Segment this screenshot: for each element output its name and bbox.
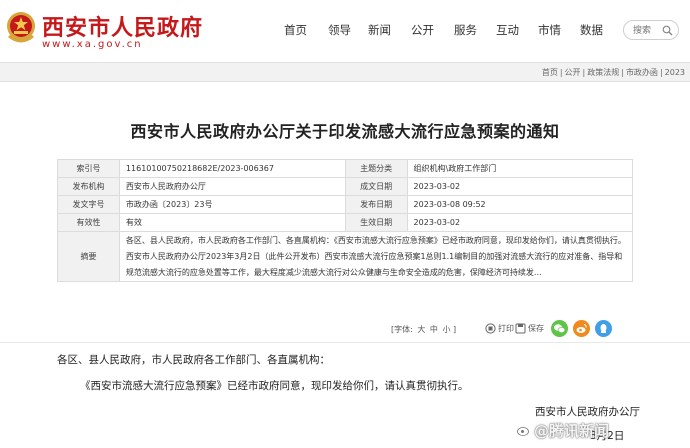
- breadcrumb-separator: |: [621, 68, 624, 77]
- doc-number-value: 市政办函〔2023〕23号: [118, 195, 346, 214]
- font-size-close: ]: [453, 325, 457, 334]
- doc-number-label: 发文字号: [57, 195, 120, 214]
- site-name[interactable]: 西安市人民政府: [42, 10, 203, 42]
- abstract-value: 各区、县人民政府，市人民政府各工作部门、各直属机构：《西安市流感大流行应急预案》…: [118, 231, 634, 282]
- font-size-label: [字体:: [391, 325, 413, 334]
- topic-label: 主题分类: [344, 159, 408, 178]
- breadcrumb-bar: 首页 | 公开 | 政策法规 | 市政办函 | 2023: [0, 62, 690, 82]
- nav-open[interactable]: 公开: [411, 22, 434, 38]
- share-weibo-button[interactable]: [573, 320, 590, 337]
- share-wechat-button[interactable]: [551, 320, 568, 337]
- nav-city-info[interactable]: 市情: [538, 22, 561, 38]
- publish-date-value: 2023-03-08 09:52: [406, 195, 634, 214]
- breadcrumb-separator: |: [559, 68, 563, 77]
- breadcrumb-separator: |: [659, 68, 663, 77]
- breadcrumb: 首页 | 公开 | 政策法规 | 市政办函 | 2023: [541, 67, 686, 78]
- written-date-label: 成文日期: [344, 177, 408, 196]
- breadcrumb-policy[interactable]: 政策法规: [587, 68, 619, 77]
- breadcrumb-year[interactable]: 2023: [665, 68, 685, 77]
- national-emblem-icon[interactable]: [4, 10, 38, 46]
- publish-date-label: 发布日期: [344, 195, 408, 214]
- issuer-value: 西安市人民政府办公厅: [118, 177, 346, 196]
- issuer-label: 发布机构: [57, 177, 120, 196]
- save-label: 保存: [528, 324, 544, 333]
- index-label: 索引号: [57, 159, 120, 178]
- breadcrumb-separator: |: [582, 68, 586, 77]
- weibo-watermark-icon: [517, 427, 529, 436]
- print-icon: [485, 323, 496, 334]
- qzone-icon: [600, 324, 607, 333]
- site-header: 西安市人民政府 www.xa.gov.cn 首页 领导 新闻 公开 服务 互动 …: [0, 0, 690, 60]
- breadcrumb-home[interactable]: 首页: [542, 68, 558, 77]
- nav-news[interactable]: 新闻: [368, 22, 391, 38]
- save-icon: [515, 323, 526, 334]
- effective-date-label: 生效日期: [344, 213, 408, 232]
- effective-date-value: 2023-03-02: [406, 213, 634, 232]
- breadcrumb-open[interactable]: 公开: [565, 68, 581, 77]
- validity-label: 有效性: [57, 213, 120, 232]
- table-row: 发布机构 西安市人民政府办公厅 成文日期 2023-03-02: [57, 177, 634, 196]
- table-row: 摘要 各区、县人民政府，市人民政府各工作部门、各直属机构：《西安市流感大流行应急…: [57, 231, 634, 282]
- breadcrumb-office-letters[interactable]: 市政办函: [626, 68, 658, 77]
- print-button[interactable]: 打印: [485, 323, 514, 334]
- font-size-medium[interactable]: 中: [430, 325, 438, 334]
- index-value: 11610100750218682E/2023-006367: [118, 159, 346, 178]
- table-row: 有效性 有效 生效日期 2023-03-02: [57, 213, 634, 232]
- search-box[interactable]: [623, 20, 679, 40]
- nav-home[interactable]: 首页: [284, 22, 307, 38]
- nav-services[interactable]: 服务: [454, 22, 477, 38]
- topic-value: 组织机构\政府工作部门: [406, 159, 634, 178]
- nav-leaders[interactable]: 领导: [328, 22, 351, 38]
- weibo-icon: [576, 324, 587, 333]
- document-info-table: 索引号 11610100750218682E/2023-006367 主题分类 …: [57, 159, 634, 282]
- share-qzone-button[interactable]: [595, 320, 612, 337]
- font-size-control: [字体: 大 中 小 ]: [391, 324, 456, 335]
- font-size-small[interactable]: 小: [442, 325, 450, 334]
- validity-value: 有效: [118, 213, 346, 232]
- table-row: 索引号 11610100750218682E/2023-006367 主题分类 …: [57, 159, 634, 178]
- search-icon[interactable]: [662, 25, 673, 36]
- content-divider: [0, 342, 690, 343]
- article-toolbar: [字体: 大 中 小 ] 打印 保存: [391, 320, 635, 340]
- abstract-label: 摘要: [57, 231, 120, 282]
- table-row: 发文字号 市政办函〔2023〕23号 发布日期 2023-03-08 09:52: [57, 195, 634, 214]
- font-size-large[interactable]: 大: [417, 325, 425, 334]
- body-paragraph: 《西安市流感大流行应急预案》已经市政府同意，现印发给你们，请认真贯彻执行。: [80, 380, 469, 392]
- wechat-icon: [554, 324, 566, 334]
- search-input[interactable]: [633, 24, 661, 37]
- watermark-text: @腾讯新闻: [534, 422, 610, 440]
- nav-interaction[interactable]: 互动: [496, 22, 519, 38]
- save-button[interactable]: 保存: [515, 323, 544, 334]
- print-label: 打印: [498, 324, 514, 333]
- page-title: 西安市人民政府办公厅关于印发流感大流行应急预案的通知: [130, 122, 560, 141]
- written-date-value: 2023-03-02: [406, 177, 634, 196]
- salutation-paragraph: 各区、县人民政府，市人民政府各工作部门、各直属机构：: [57, 354, 330, 366]
- signature-org: 西安市人民政府办公厅: [535, 406, 640, 418]
- nav-data[interactable]: 数据: [580, 22, 603, 38]
- site-url: www.xa.gov.cn: [42, 39, 143, 50]
